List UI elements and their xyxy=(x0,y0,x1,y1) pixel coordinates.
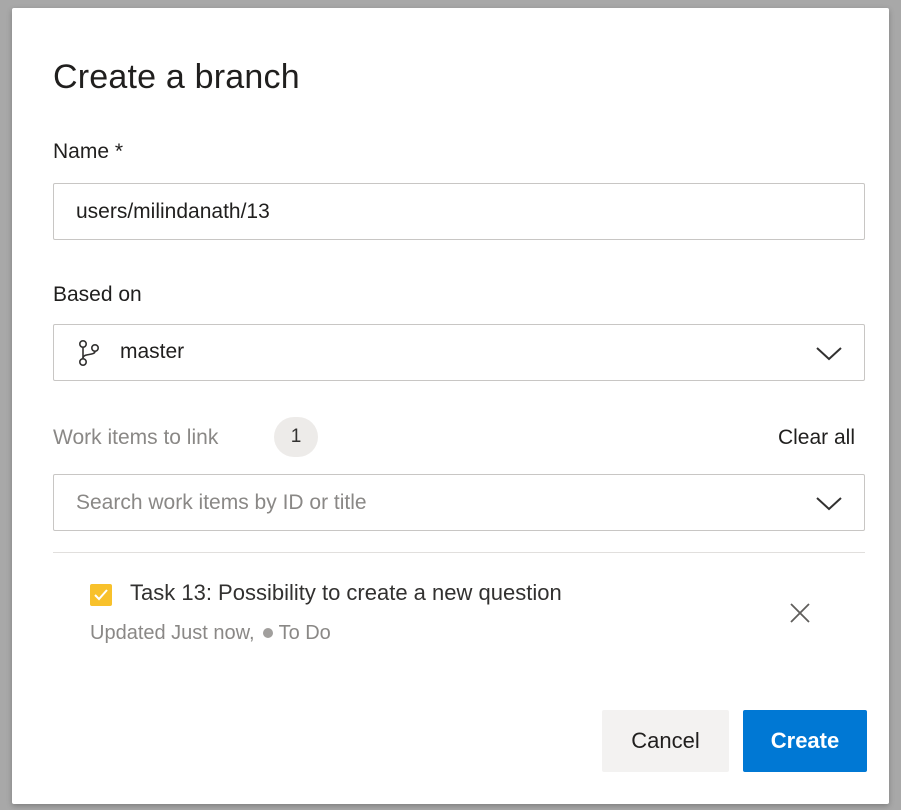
based-on-label: Based on xyxy=(53,283,142,306)
based-on-value: master xyxy=(120,340,185,363)
create-branch-dialog: Create a branch Name * Based on master W… xyxy=(12,8,889,804)
git-branch-icon xyxy=(78,339,100,366)
checkmark-icon xyxy=(94,589,108,601)
state-dot-icon xyxy=(262,628,273,639)
name-label: Name * xyxy=(53,140,124,163)
work-item-title[interactable]: Task 13: Possibility to create a new que… xyxy=(130,580,562,606)
create-button[interactable]: Create xyxy=(743,710,867,772)
chevron-down-icon[interactable] xyxy=(814,493,844,513)
close-icon[interactable] xyxy=(788,601,812,625)
work-items-search-input[interactable] xyxy=(54,475,864,530)
clear-all-button[interactable]: Clear all xyxy=(778,426,855,450)
name-field-container xyxy=(53,183,865,240)
cancel-button[interactable]: Cancel xyxy=(602,710,729,772)
task-type-icon xyxy=(90,584,112,606)
work-items-label: Work items to link xyxy=(53,426,219,449)
work-item-updated: Updated Just now, xyxy=(90,622,255,644)
dialog-title: Create a branch xyxy=(53,58,300,96)
chevron-down-icon xyxy=(816,347,842,361)
divider xyxy=(53,552,865,553)
work-items-search-container xyxy=(53,474,865,531)
work-items-count-badge: 1 xyxy=(274,417,318,457)
work-item-state: To Do xyxy=(278,622,331,644)
branch-name-input[interactable] xyxy=(54,184,864,239)
work-item-meta: Updated Just now, To Do xyxy=(90,622,331,645)
based-on-dropdown[interactable]: master xyxy=(53,324,865,381)
